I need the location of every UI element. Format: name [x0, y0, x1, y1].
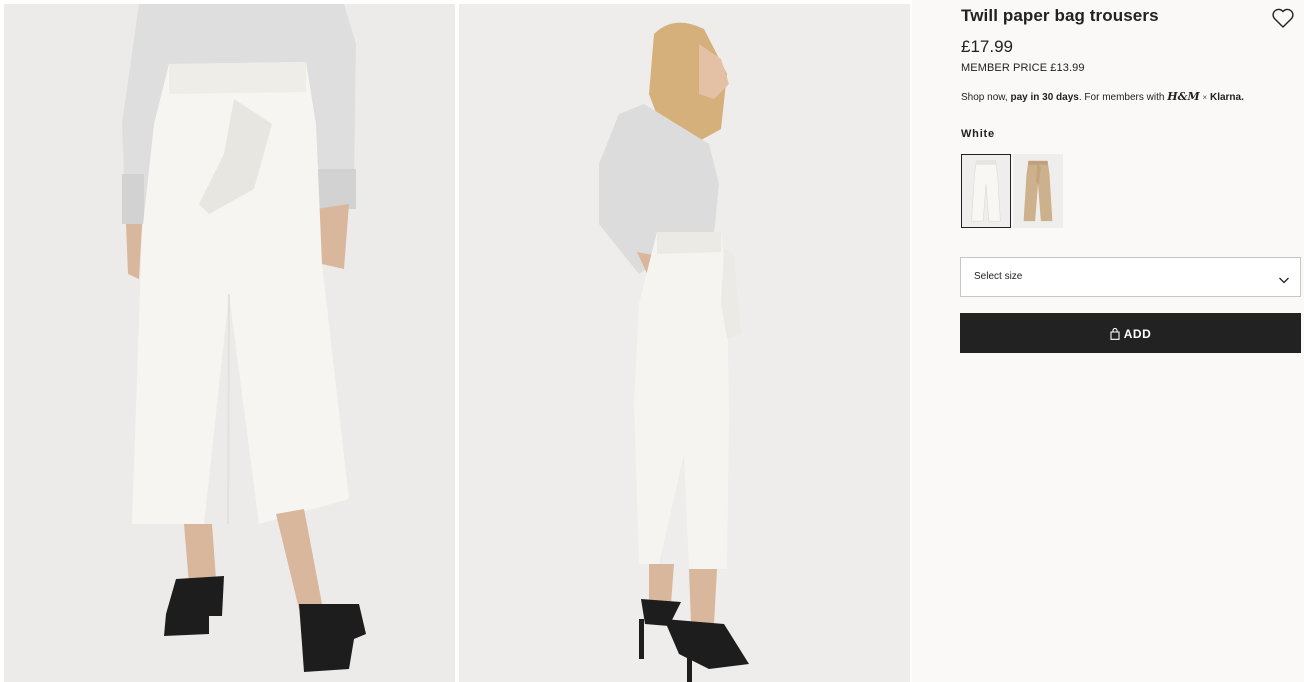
add-button-content: ADD — [960, 327, 1301, 341]
product-image-front[interactable] — [4, 4, 455, 682]
product-price: £17.99 — [961, 37, 1013, 56]
chevron-down-icon — [1278, 272, 1290, 284]
white-trousers-thumbnail — [962, 155, 1010, 227]
klarna-prefix: Shop now, — [961, 92, 1011, 103]
klarna-logo: Klarna. — [1209, 92, 1244, 103]
klarna-suffix: . For members with — [1078, 92, 1168, 103]
size-select-placeholder: Select size — [974, 271, 1023, 282]
member-price: MEMBER PRICE £13.99 — [961, 62, 1085, 74]
product-title: Twill paper bag trousers — [961, 6, 1159, 25]
add-button-label: ADD — [1123, 327, 1152, 341]
size-select[interactable]: Select size — [960, 257, 1301, 297]
color-swatch-beige[interactable] — [1013, 154, 1063, 228]
product-image-side[interactable] — [459, 4, 910, 682]
brand-separator: × — [1202, 93, 1208, 102]
add-to-bag-button[interactable]: ADD — [960, 313, 1301, 353]
trousers-front-illustration — [4, 4, 455, 682]
shopping-bag-icon — [1110, 327, 1120, 340]
hm-logo: H&M — [1167, 90, 1200, 103]
trousers-side-illustration — [459, 4, 910, 682]
color-swatch-white[interactable] — [961, 154, 1011, 228]
selected-color-label: White — [961, 128, 995, 140]
klarna-pay-later: pay in 30 days — [1010, 92, 1079, 103]
klarna-info: Shop now, pay in 30 days. For members wi… — [961, 90, 1244, 103]
product-gallery — [0, 0, 912, 682]
title-row: Twill paper bag trousers — [960, 4, 1302, 28]
heart-icon[interactable] — [1271, 7, 1295, 29]
beige-trousers-thumbnail — [1014, 155, 1062, 227]
